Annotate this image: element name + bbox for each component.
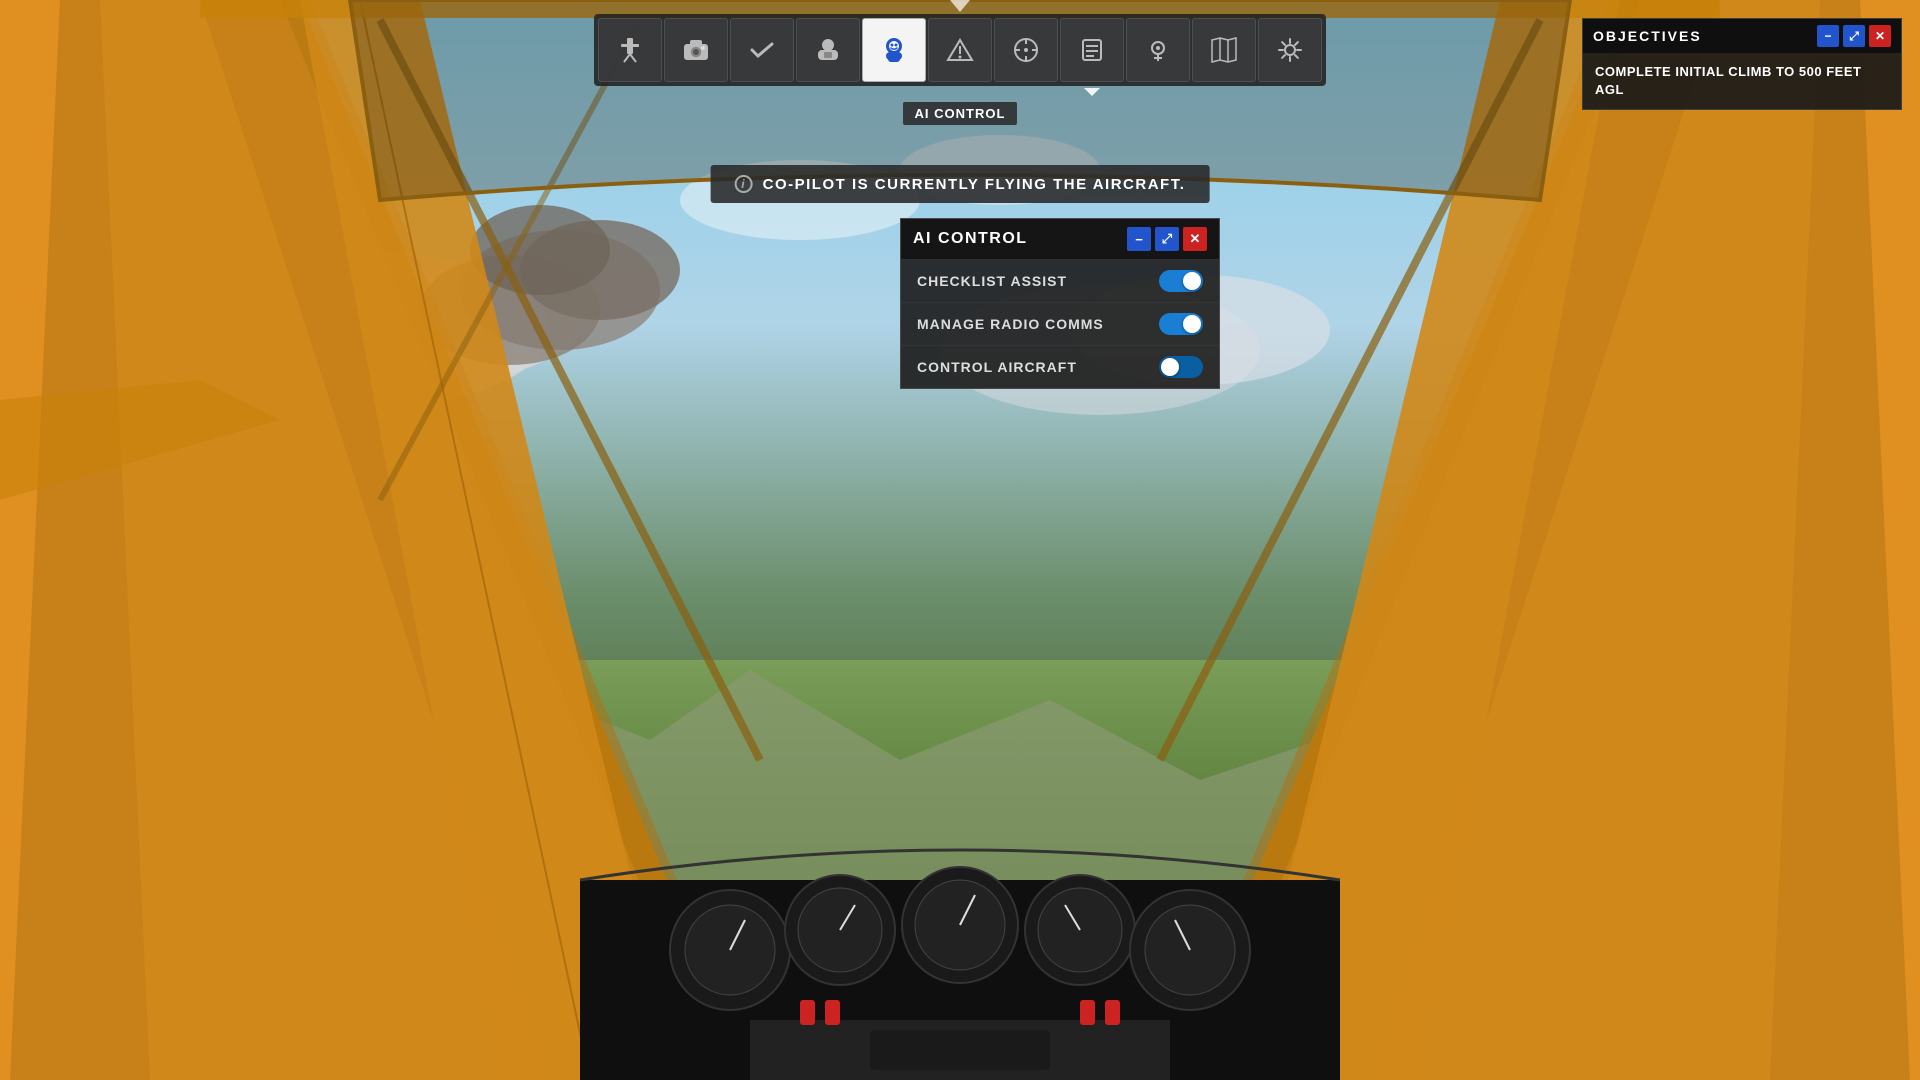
objectives-controls: − ⤢ ✕	[1817, 25, 1891, 47]
sim-background	[0, 0, 1920, 1080]
ai-panel-close[interactable]: ✕	[1183, 227, 1207, 251]
toolbar-btn-map[interactable]	[1192, 18, 1256, 82]
ai-panel-minimize[interactable]: −	[1127, 227, 1151, 251]
obj-close[interactable]: ✕	[1869, 25, 1891, 47]
obj-expand[interactable]: ⤢	[1843, 25, 1865, 47]
control-aircraft-track	[1159, 356, 1203, 378]
toolbar-btn-settings[interactable]	[1258, 18, 1322, 82]
objectives-header: OBJECTIVES − ⤢ ✕	[1583, 19, 1901, 53]
manage-radio-row: MANAGE RADIO COMMS	[901, 303, 1219, 346]
toolbar-buttons	[594, 14, 1326, 86]
current-objective: COMPLETE INITIAL CLIMB TO 500 FEET AGL	[1595, 64, 1861, 97]
active-btn-arrow	[1084, 88, 1100, 96]
control-aircraft-toggle[interactable]	[1159, 356, 1203, 378]
checklist-assist-track	[1159, 270, 1203, 292]
control-aircraft-row: CONTROL AIRCRAFT	[901, 346, 1219, 388]
ai-control-panel: AI CONTROL − ⤢ ✕ CHECKLIST ASSIST MANAGE…	[900, 218, 1220, 389]
toolbar-btn-ai-control[interactable]	[862, 18, 926, 82]
toolbar-btn-camera[interactable]	[664, 18, 728, 82]
ai-control-header: AI CONTROL − ⤢ ✕	[901, 219, 1219, 260]
manage-radio-thumb	[1183, 315, 1201, 333]
toolbar-indicator	[950, 0, 970, 12]
toolbar: AI CONTROL	[594, 0, 1326, 125]
obj-minimize[interactable]: −	[1817, 25, 1839, 47]
manage-radio-label: MANAGE RADIO COMMS	[917, 316, 1104, 332]
objectives-body: COMPLETE INITIAL CLIMB TO 500 FEET AGL	[1583, 53, 1901, 109]
copilot-message: CO-PILOT IS CURRENTLY FLYING THE AIRCRAF…	[763, 176, 1186, 193]
toolbar-btn-flightplan[interactable]	[1060, 18, 1124, 82]
toolbar-tooltip: AI CONTROL	[903, 102, 1018, 125]
panel-controls: − ⤢ ✕	[1127, 227, 1207, 251]
checklist-assist-toggle[interactable]	[1159, 270, 1203, 292]
objectives-panel: OBJECTIVES − ⤢ ✕ COMPLETE INITIAL CLIMB …	[1582, 18, 1902, 110]
toolbar-btn-terrain[interactable]	[928, 18, 992, 82]
toolbar-btn-copilot[interactable]	[796, 18, 860, 82]
toolbar-btn-nav[interactable]	[994, 18, 1058, 82]
checklist-assist-label: CHECKLIST ASSIST	[917, 273, 1067, 289]
info-icon: i	[735, 175, 753, 193]
mountains	[0, 580, 1920, 880]
ai-control-title: AI CONTROL	[913, 230, 1028, 248]
control-aircraft-thumb	[1161, 358, 1179, 376]
toolbar-btn-checklist[interactable]	[730, 18, 794, 82]
ai-panel-expand[interactable]: ⤢	[1155, 227, 1179, 251]
toolbar-btn-location[interactable]	[1126, 18, 1190, 82]
copilot-banner: i CO-PILOT IS CURRENTLY FLYING THE AIRCR…	[711, 165, 1210, 203]
manage-radio-toggle[interactable]	[1159, 313, 1203, 335]
checklist-assist-row: CHECKLIST ASSIST	[901, 260, 1219, 303]
objectives-title: OBJECTIVES	[1593, 28, 1702, 44]
manage-radio-track	[1159, 313, 1203, 335]
control-aircraft-label: CONTROL AIRCRAFT	[917, 359, 1077, 375]
toolbar-btn-atc[interactable]	[598, 18, 662, 82]
checklist-assist-thumb	[1183, 272, 1201, 290]
